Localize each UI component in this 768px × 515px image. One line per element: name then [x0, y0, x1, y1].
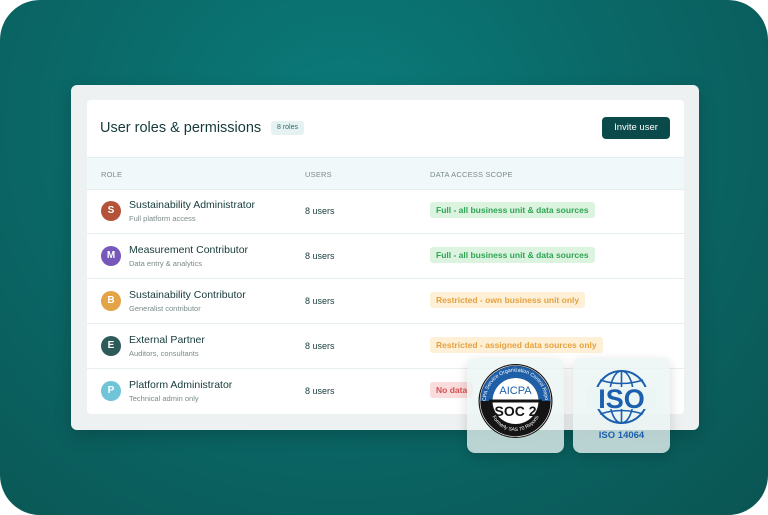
scope-badge: Restricted - own business unit only	[430, 292, 586, 308]
role-name: Sustainability Administrator	[129, 199, 256, 211]
iso-label: ISO	[598, 384, 645, 414]
user-count: 8 users	[305, 296, 335, 306]
roles-count-badge: 8 roles	[271, 121, 305, 135]
invite-user-button[interactable]: Invite user	[602, 117, 670, 139]
user-count: 8 users	[305, 206, 335, 216]
soc2-seal-icon: AICPA Service Organization Control Repor…	[467, 358, 553, 438]
role-description: Auditors, consultants	[129, 349, 199, 358]
column-header-scope: DATA ACCESS SCOPE	[430, 170, 513, 179]
role-description: Full platform access	[129, 214, 196, 223]
card-header: User roles & permissions 8 roles Invite …	[87, 100, 684, 158]
avatar: P	[101, 381, 121, 401]
soc2-org-label: AICPA	[499, 385, 532, 397]
role-name: Platform Administrator	[129, 379, 233, 391]
scope-badge: Restricted - assigned data sources only	[430, 337, 603, 353]
role-description: Generalist contributor	[129, 304, 201, 313]
role-description: Data entry & analytics	[129, 259, 202, 268]
iso-globe-icon: ISO ISO 14064	[587, 370, 656, 441]
table-header: ROLE USERS DATA ACCESS SCOPE	[87, 157, 684, 190]
role-name: Sustainability Contributor	[129, 289, 246, 301]
user-count: 8 users	[305, 341, 335, 351]
role-description: Technical admin only	[129, 394, 199, 403]
scope-badge: Full - all business unit & data sources	[430, 247, 595, 263]
page-title: User roles & permissions	[100, 120, 262, 136]
background-frame: User roles & permissions 8 roles Invite …	[0, 0, 768, 515]
avatar: B	[101, 291, 121, 311]
user-count: 8 users	[305, 251, 335, 261]
user-count: 8 users	[305, 386, 335, 396]
table-row[interactable]: B Sustainability Contributor Generalist …	[87, 278, 684, 324]
iso-standard-label: ISO 14064	[599, 430, 645, 441]
soc2-certification-badge: AICPA Service Organization Control Repor…	[467, 358, 564, 453]
role-name: Measurement Contributor	[129, 244, 249, 256]
table-row[interactable]: M Measurement Contributor Data entry & a…	[87, 233, 684, 279]
table-row[interactable]: S Sustainability Administrator Full plat…	[87, 188, 684, 234]
column-header-role: ROLE	[101, 170, 123, 179]
iso-certification-badge: ISO ISO 14064	[573, 358, 670, 453]
scope-badge: Full - all business unit & data sources	[430, 202, 595, 218]
column-header-users: USERS	[305, 170, 332, 179]
avatar: S	[101, 201, 121, 221]
avatar: M	[101, 246, 121, 266]
soc2-label: SOC 2	[494, 403, 536, 419]
avatar: E	[101, 336, 121, 356]
role-name: External Partner	[129, 334, 205, 346]
